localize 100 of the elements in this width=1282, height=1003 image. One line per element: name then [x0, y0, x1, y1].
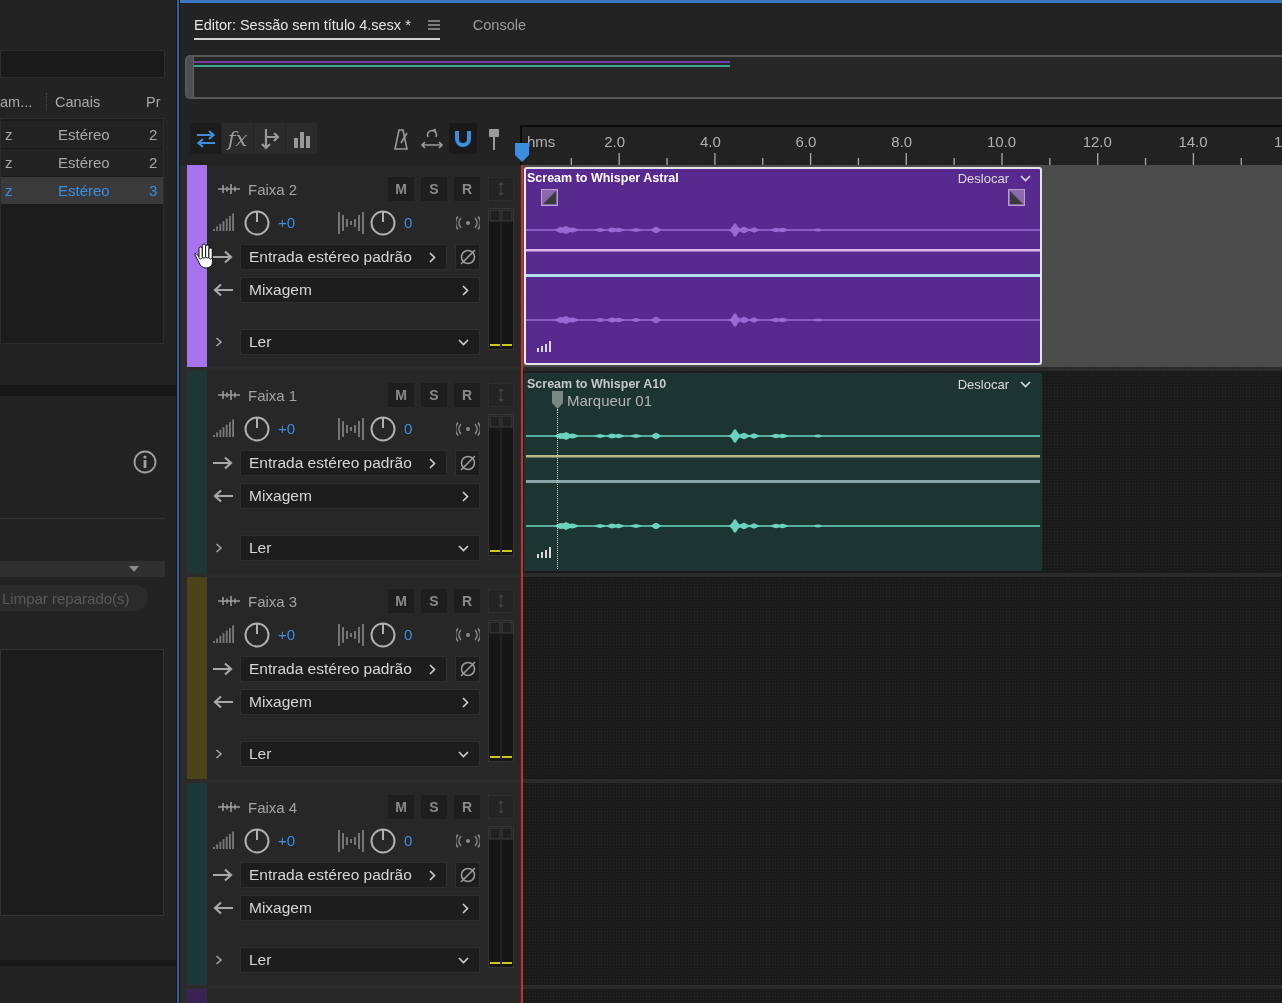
record-button[interactable]: R [454, 383, 480, 407]
pan-value[interactable]: 0 [404, 626, 413, 643]
audio-clip[interactable]: Scream to Whisper A10 Deslocar Marqueur 01 [524, 373, 1042, 571]
solo-button[interactable]: S [421, 589, 447, 613]
automation-mode-dropdown[interactable]: Ler [240, 329, 480, 355]
phase-invert-button[interactable] [455, 862, 480, 888]
phase-invert-button[interactable] [455, 244, 480, 270]
audio-clip[interactable]: Scream to Whisper Astral Deslocar [524, 167, 1042, 365]
broadcast-icon[interactable] [456, 421, 480, 436]
table-row[interactable]: z Estéreo 2 [1, 121, 163, 149]
phase-invert-button[interactable] [455, 656, 480, 682]
output-selector[interactable]: Mixagem [240, 483, 480, 509]
broadcast-icon[interactable] [456, 627, 480, 642]
track-lane[interactable] [522, 577, 1282, 779]
track-lane[interactable]: Scream to Whisper A10 Deslocar Marqueur 01 [522, 371, 1282, 573]
clip-mode-dropdown[interactable]: Deslocar [957, 377, 1031, 392]
solo-button[interactable]: S [421, 795, 447, 819]
pin-icon [487, 127, 501, 150]
input-monitor-button[interactable] [488, 177, 514, 201]
phase-invert-button[interactable] [455, 450, 480, 476]
pan-value[interactable]: 0 [404, 420, 413, 437]
fade-in-handle[interactable] [541, 189, 558, 206]
table-cell: Estéreo [58, 182, 110, 199]
table-cell: Estéreo [58, 154, 110, 171]
arrow-right-icon [212, 662, 234, 676]
pan-knob[interactable] [370, 827, 396, 854]
menu-icon[interactable] [427, 20, 440, 30]
tab[interactable]: Editor: Sessão sem título 4.sesx * [194, 12, 440, 40]
column-header[interactable]: Canais [55, 93, 101, 110]
clip-mode-dropdown[interactable]: Deslocar [957, 171, 1031, 186]
time-unit-label: hms [527, 133, 556, 150]
overview-handle[interactable] [187, 57, 194, 97]
chevron-down-icon [1020, 381, 1031, 388]
arrow-right-icon [212, 868, 234, 882]
input-selector[interactable]: Entrada estéreo padrão [240, 656, 447, 682]
slashed-circle-icon [458, 454, 477, 472]
track-lane[interactable] [522, 783, 1282, 985]
input-monitor-button[interactable] [488, 589, 514, 613]
time-ruler[interactable]: hms 2.0 4.0 6.0 8.0 10.0 12.0 14.0 1 [520, 125, 1282, 165]
pan-knob[interactable] [370, 209, 396, 236]
marker-label[interactable]: Marqueur 01 [567, 392, 653, 409]
track-lane[interactable] [522, 989, 1282, 1003]
table-row[interactable]: z Estéreo 3 [1, 177, 163, 205]
input-monitor-button[interactable] [488, 383, 514, 407]
caret-down-icon [129, 566, 139, 572]
mute-button[interactable]: M [388, 589, 414, 613]
record-button[interactable]: R [454, 795, 480, 819]
automation-mode-dropdown[interactable]: Ler [240, 741, 480, 767]
edit-tool-button[interactable] [449, 123, 477, 154]
tab[interactable]: Console [472, 12, 526, 40]
broadcast-icon[interactable] [456, 833, 480, 848]
volume-knob[interactable] [244, 827, 270, 854]
table-cell: Estéreo [58, 126, 110, 143]
broadcast-icon[interactable] [456, 215, 480, 230]
time-label: 2.0 [604, 133, 626, 150]
marker-flag-icon[interactable] [552, 391, 563, 409]
playhead-handle[interactable] [514, 143, 530, 162]
fade-out-handle[interactable] [1008, 189, 1025, 206]
table-row[interactable]: z Estéreo 2 [1, 149, 163, 177]
clip-title: Scream to Whisper Astral [527, 171, 679, 185]
volume-knob[interactable] [244, 209, 270, 236]
waveform-icon [218, 183, 240, 195]
track-lane[interactable]: Scream to Whisper Astral Deslocar [522, 165, 1282, 367]
solo-button[interactable]: S [421, 383, 447, 407]
volume-value[interactable]: +0 [278, 420, 296, 437]
record-button[interactable]: R [454, 177, 480, 201]
mute-button[interactable]: M [388, 177, 414, 201]
input-selector[interactable]: Entrada estéreo padrão [240, 244, 447, 270]
column-header[interactable]: Pr [146, 93, 161, 110]
table-cell: z [5, 154, 13, 171]
waveform-icon [218, 595, 240, 607]
arrow-left-icon [212, 283, 234, 297]
automation-mode-dropdown[interactable]: Ler [240, 535, 480, 561]
arrow-left-icon [212, 489, 234, 503]
pan-knob[interactable] [370, 621, 396, 648]
input-selector[interactable]: Entrada estéreo padrão [240, 450, 447, 476]
time-label: 4.0 [699, 133, 721, 150]
arrow-left-icon [212, 901, 234, 915]
pan-value[interactable]: 0 [404, 832, 413, 849]
volume-value[interactable]: +0 [278, 832, 296, 849]
output-selector[interactable]: Mixagem [240, 689, 480, 715]
view-tool-button[interactable] [190, 123, 222, 154]
pan-value[interactable]: 0 [404, 214, 413, 231]
solo-button[interactable]: S [421, 177, 447, 201]
pan-knob[interactable] [370, 415, 396, 442]
volume-value[interactable]: +0 [278, 626, 296, 643]
column-header[interactable]: am... [0, 93, 33, 110]
input-selector[interactable]: Entrada estéreo padrão [240, 862, 447, 888]
volume-value[interactable]: +0 [278, 214, 296, 231]
record-button[interactable]: R [454, 589, 480, 613]
mute-button[interactable]: M [388, 795, 414, 819]
overview-bar[interactable] [185, 55, 1282, 99]
output-selector[interactable]: Mixagem [240, 895, 480, 921]
info-icon[interactable] [133, 450, 157, 474]
mute-button[interactable]: M [388, 383, 414, 407]
volume-knob[interactable] [244, 621, 270, 648]
volume-knob[interactable] [244, 415, 270, 442]
output-selector[interactable]: Mixagem [240, 277, 480, 303]
input-monitor-button[interactable] [488, 795, 514, 819]
automation-mode-dropdown[interactable]: Ler [240, 947, 480, 973]
